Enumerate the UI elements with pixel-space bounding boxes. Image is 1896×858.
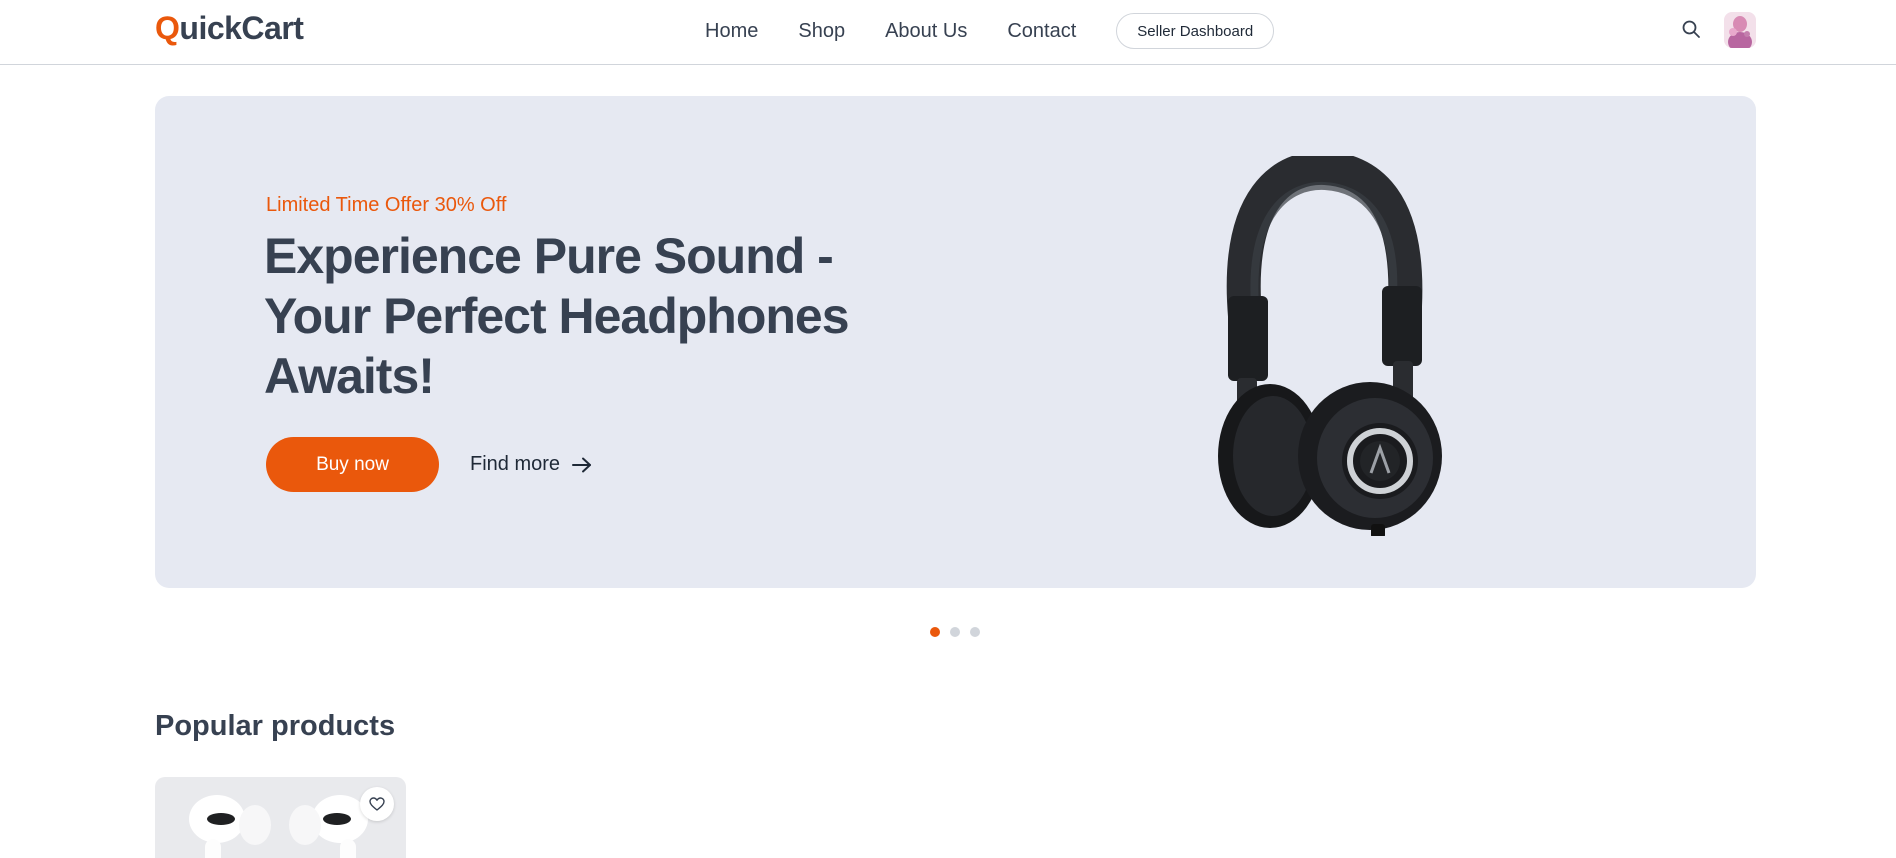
logo-rest: uickCart xyxy=(179,10,304,46)
slide-dot-2[interactable] xyxy=(950,627,960,637)
slide-dot-3[interactable] xyxy=(970,627,980,637)
hero-title: Experience Pure Sound - Your Perfect Hea… xyxy=(264,228,850,404)
wishlist-button[interactable] xyxy=(360,787,394,821)
search-icon[interactable] xyxy=(1680,18,1702,40)
product-card[interactable] xyxy=(155,777,406,858)
slider-dots xyxy=(930,627,980,637)
nav-home[interactable]: Home xyxy=(705,20,758,43)
nav-about-us[interactable]: About Us xyxy=(885,20,967,43)
main-nav: Home Shop About Us Contact Seller Dashbo… xyxy=(705,13,1275,49)
find-more-label: Find more xyxy=(470,453,561,475)
avatar[interactable] xyxy=(1724,12,1756,48)
seller-dashboard-button[interactable]: Seller Dashboard xyxy=(1116,13,1275,49)
navbar: QuickCart Home Shop About Us Contact Sel… xyxy=(0,0,1896,65)
slide-dot-1[interactable] xyxy=(930,627,940,637)
find-more-button[interactable]: Find more xyxy=(470,437,592,492)
popular-products-title: Popular products xyxy=(155,710,396,742)
logo-first-letter: Q xyxy=(155,10,180,46)
quickcart-logo[interactable]: QuickCart xyxy=(155,10,304,47)
nav-contact[interactable]: Contact xyxy=(1007,20,1076,43)
hero-banner: Limited Time Offer 30% Off Experience Pu… xyxy=(155,96,1756,588)
arrow-right-icon xyxy=(572,457,592,472)
nav-shop[interactable]: Shop xyxy=(798,20,845,43)
hero-offer-text: Limited Time Offer 30% Off xyxy=(266,194,507,216)
heart-icon xyxy=(369,797,385,811)
buy-now-button[interactable]: Buy now xyxy=(266,437,439,492)
headphones-image xyxy=(1175,150,1475,538)
